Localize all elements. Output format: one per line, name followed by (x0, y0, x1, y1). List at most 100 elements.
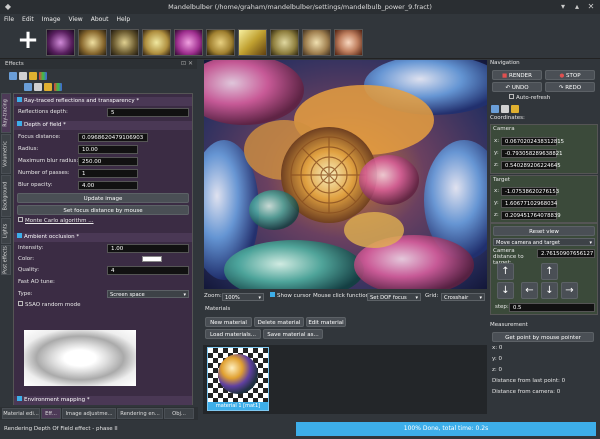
update-image-button[interactable]: Update image (17, 193, 189, 203)
arrow-down-icon[interactable]: ↓ (541, 282, 558, 299)
minimize-icon[interactable]: ▾ (558, 2, 568, 12)
delete-material-button[interactable]: Delete material (254, 317, 304, 327)
save-material-button[interactable]: Save material as... (263, 329, 323, 339)
ao-section-header[interactable]: Ambient occlusion * (14, 233, 192, 242)
get-point-button[interactable]: Get point by mouse pointer (492, 332, 594, 342)
load-icon[interactable] (491, 105, 499, 113)
fractal-thumbnail-1[interactable] (46, 29, 75, 56)
grid-dropdown[interactable]: Crosshair (441, 293, 485, 302)
checkbox[interactable] (17, 121, 22, 126)
max-blur-field[interactable]: 250.00 (78, 157, 138, 166)
load-icon[interactable] (9, 72, 17, 80)
tab-volumetric[interactable]: Volumetric (1, 134, 11, 174)
fractal-thumbnail-10[interactable] (334, 29, 363, 56)
palette-icon[interactable] (54, 83, 62, 91)
camera-x-field[interactable]: 0.0670202438312815 (501, 137, 564, 146)
arrow-down-icon[interactable]: ↓ (497, 282, 514, 299)
plus-icon[interactable]: + (17, 27, 39, 53)
undo-icon[interactable] (29, 72, 37, 80)
zoom-dropdown[interactable]: 100% (222, 293, 264, 302)
palette-icon[interactable] (39, 72, 47, 80)
ssao-random-checkbox[interactable]: SSAO random mode (18, 301, 81, 310)
fractal-thumbnail-4[interactable] (142, 29, 171, 56)
environment-mapping-header[interactable]: Environment mapping * (14, 396, 192, 405)
focus-distance-field[interactable]: 0.0968620479106903 (78, 133, 148, 142)
fractal-thumbnail-9[interactable] (302, 29, 331, 56)
step-field[interactable]: 0.5 (509, 303, 595, 312)
checkbox[interactable] (17, 396, 22, 401)
load-icon[interactable] (24, 83, 32, 91)
move-mode-dropdown[interactable]: Move camera and target (493, 238, 595, 247)
dock-buttons-icon[interactable]: ⊡ ✕ (181, 59, 193, 69)
fast-ao-label: Fast AO tune: (18, 279, 55, 285)
menu-image[interactable]: Image (38, 14, 65, 26)
ao-color-swatch[interactable] (142, 256, 162, 262)
tab-rendering-engine[interactable]: Rendering en... (117, 408, 163, 419)
tab-ray-tracing[interactable]: Ray-tracing (1, 93, 11, 133)
ao-type-dropdown[interactable]: Screen space (107, 290, 189, 299)
radius-field[interactable]: 10.00 (78, 145, 138, 154)
fractal-thumbnail-8[interactable] (270, 29, 299, 56)
fractal-thumbnail-7[interactable] (238, 29, 267, 56)
menu-file[interactable]: File (0, 14, 18, 26)
maximize-icon[interactable]: ▴ (572, 2, 582, 12)
undo-icon[interactable] (511, 105, 519, 113)
save-icon[interactable] (34, 83, 42, 91)
tab-lights[interactable]: Lights (1, 218, 11, 244)
tab-post-effects[interactable]: Post effects (1, 245, 11, 275)
measurement-y: y: 0 (492, 356, 502, 362)
set-focus-by-mouse-button[interactable]: Set focus distance by mouse (17, 205, 189, 215)
fractal-thumbnail-3[interactable] (110, 29, 139, 56)
checkbox[interactable] (17, 97, 22, 102)
reflections-depth-field[interactable]: 5 (107, 108, 189, 117)
tab-objects[interactable]: Obj... (164, 408, 194, 419)
mouse-click-dropdown[interactable]: Set DOF focus (367, 293, 421, 302)
arrow-right-icon[interactable]: → (561, 282, 578, 299)
camera-z-field[interactable]: 0.540289206224645 (501, 161, 561, 170)
blur-opacity-field[interactable]: 4.00 (78, 181, 138, 190)
target-y-field[interactable]: 1.60677102968034 (501, 199, 557, 208)
menu-help[interactable]: Help (112, 14, 134, 26)
save-icon[interactable] (19, 72, 27, 80)
reset-view-button[interactable]: Reset view (493, 226, 595, 236)
fractal-thumbnail-2[interactable] (78, 29, 107, 56)
camera-y-field[interactable]: -0.793058289638821 (501, 149, 563, 158)
tab-material-editor[interactable]: Material edi... (2, 408, 40, 419)
tab-background[interactable]: Background (1, 175, 11, 217)
target-x-field[interactable]: -1.07538620276153 (501, 187, 559, 196)
fractal-render-image[interactable] (204, 60, 487, 289)
camera-distance-field[interactable]: 2.76150907656127 (537, 249, 595, 258)
render-icon: ■ (502, 73, 509, 79)
undo-button[interactable]: ↶ UNDO (492, 82, 542, 92)
tab-effects[interactable]: Eff... (41, 408, 61, 419)
load-materials-button[interactable]: Load materials... (205, 329, 261, 339)
menu-view[interactable]: View (64, 14, 86, 26)
dof-section-header[interactable]: Depth of field * (14, 121, 192, 130)
ao-intensity-field[interactable]: 1.00 (107, 244, 189, 253)
passes-field[interactable]: 1 (78, 169, 138, 178)
save-icon[interactable] (501, 105, 509, 113)
fractal-thumbnail-6[interactable] (206, 29, 235, 56)
menu-about[interactable]: About (87, 14, 113, 26)
tab-image-adjustments[interactable]: Image adjustme... (62, 408, 116, 419)
edit-material-button[interactable]: Edit material (306, 317, 346, 327)
target-z-field[interactable]: 0.209451764078839 (501, 211, 561, 220)
close-icon[interactable]: ✕ (586, 2, 596, 12)
show-cursor-checkbox[interactable]: Show cursor (270, 292, 311, 301)
monte-carlo-checkbox[interactable]: Monte Carlo algorithm ... (18, 217, 94, 226)
material-item[interactable]: material 1 [mat1] (207, 347, 269, 411)
auto-refresh-checkbox[interactable]: Auto-refresh (509, 94, 550, 103)
arrow-up-icon[interactable]: ↑ (541, 263, 558, 280)
arrow-left-icon[interactable]: ← (521, 282, 538, 299)
undo-icon[interactable] (44, 83, 52, 91)
arrow-up-icon[interactable]: ↑ (497, 263, 514, 280)
raytraced-section-header[interactable]: Ray-traced reflections and transparency … (14, 97, 192, 106)
render-viewport[interactable] (204, 60, 487, 289)
new-material-button[interactable]: New material (205, 317, 252, 327)
ao-quality-field[interactable]: 4 (107, 266, 189, 275)
render-button[interactable]: ■ RENDER (492, 70, 542, 80)
fractal-thumbnail-5[interactable] (174, 29, 203, 56)
stop-button[interactable]: ● STOP (545, 70, 595, 80)
checkbox[interactable] (17, 233, 22, 238)
redo-button[interactable]: ↷ REDO (545, 82, 595, 92)
